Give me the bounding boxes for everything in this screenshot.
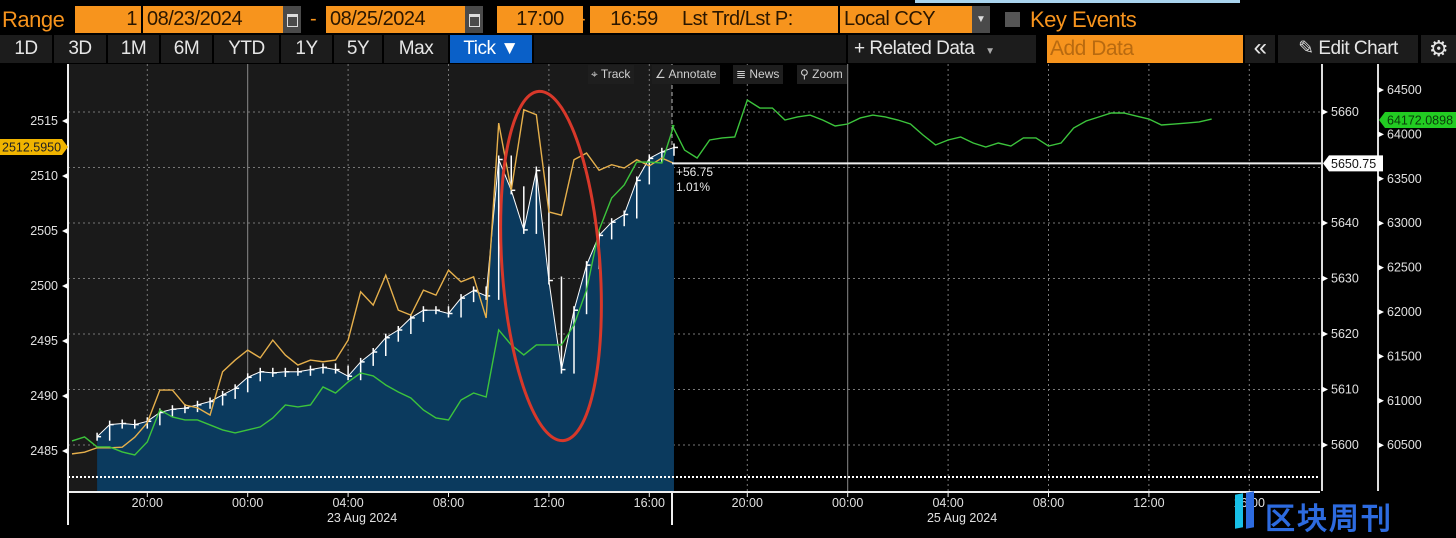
left-last-value-label: 2512.5950 xyxy=(2,141,61,155)
x-axis-date-label: 23 Aug 2024 xyxy=(327,511,397,525)
x-axis-tick-label: 00:00 xyxy=(832,496,863,510)
left-axis-tick xyxy=(62,173,68,179)
right-axis-tick xyxy=(1378,397,1384,404)
right-axis-tick-label: 63000 xyxy=(1387,216,1422,230)
right-last-value-label: 64172.0898 xyxy=(1387,114,1453,128)
left-axis-tick xyxy=(62,228,68,234)
left-axis-tick xyxy=(62,448,68,454)
right-axis-tick-label: 64500 xyxy=(1387,83,1422,97)
pencil-icon: ∠ xyxy=(655,67,669,81)
right-axis-tick xyxy=(1378,87,1384,93)
right-axis-tick-label: 62500 xyxy=(1387,261,1422,275)
middle-axis-tick xyxy=(1322,220,1328,226)
left-axis-tick-label: 2510 xyxy=(30,169,58,183)
series-line-green xyxy=(671,98,1212,159)
middle-axis-tick-label: 5660 xyxy=(1331,105,1359,119)
zoom-label: Zoom xyxy=(812,67,843,81)
middle-axis-tick xyxy=(1322,275,1328,282)
crosshair-icon: ⌖ xyxy=(591,67,601,81)
x-axis-tick-label: 04:00 xyxy=(332,496,363,510)
x-axis-tick-label: 20:00 xyxy=(732,496,763,510)
right-axis-tick xyxy=(1378,309,1384,315)
right-axis-tick-label: 61000 xyxy=(1387,394,1422,408)
x-axis-tick-label: 04:00 xyxy=(932,496,963,510)
x-axis-tick-label: 12:00 xyxy=(533,496,564,510)
left-axis-tick-label: 2490 xyxy=(30,389,58,403)
x-axis-tick-label: 00:00 xyxy=(232,496,263,510)
news-tool[interactable]: ≣ News xyxy=(733,65,784,84)
right-axis-tick-label: 61500 xyxy=(1387,349,1422,363)
x-axis-tick-label: 16:00 xyxy=(634,496,665,510)
left-axis-tick xyxy=(62,338,68,344)
annotate-label: Annotate xyxy=(668,67,717,81)
left-axis-tick-label: 2495 xyxy=(30,334,58,348)
track-label: Track xyxy=(600,67,631,81)
right-axis-tick xyxy=(1378,131,1384,138)
change-pct-label: 1.01% xyxy=(676,180,710,194)
right-axis-tick xyxy=(1378,264,1384,271)
middle-axis-tick-label: 5610 xyxy=(1331,383,1359,397)
right-axis-tick xyxy=(1378,220,1384,227)
middle-axis-tick-label: 5640 xyxy=(1331,216,1359,230)
watermark-mark-icon xyxy=(1235,493,1243,529)
left-axis-tick-label: 2505 xyxy=(30,224,58,238)
left-axis-tick xyxy=(62,283,68,289)
right-axis-tick-label: 63500 xyxy=(1387,172,1422,186)
left-axis-tick-label: 2515 xyxy=(30,114,58,128)
x-axis-tick-label: 08:00 xyxy=(1033,496,1064,510)
middle-axis-tick xyxy=(1322,331,1328,337)
middle-axis-tick-label: 5630 xyxy=(1331,272,1359,286)
left-axis-tick-label: 2485 xyxy=(30,444,58,458)
right-axis-tick-label: 60500 xyxy=(1387,438,1422,452)
middle-axis-tick xyxy=(1322,386,1328,393)
news-icon: ≣ xyxy=(736,67,750,81)
x-axis-tick-label: 12:00 xyxy=(1133,496,1164,510)
middle-last-value-label: 5650.75 xyxy=(1331,157,1376,171)
magnifier-icon: ⚲ xyxy=(800,67,813,81)
right-axis-tick-label: 62000 xyxy=(1387,305,1422,319)
price-chart[interactable]: 2485 2490 2495 2500 2505 2510 2515 5600 5610 5620… xyxy=(0,0,1456,536)
x-axis-tick-label: 08:00 xyxy=(433,496,464,510)
track-tool[interactable]: ⌖ Track xyxy=(588,65,635,84)
left-axis-tick xyxy=(62,118,68,124)
annotate-tool[interactable]: ∠ Annotate xyxy=(652,65,721,84)
news-label: News xyxy=(749,67,780,81)
change-abs-label: +56.75 xyxy=(676,165,713,179)
middle-axis-tick xyxy=(1322,109,1328,115)
left-axis-tick-label: 2500 xyxy=(30,279,58,293)
left-axis-tick xyxy=(62,393,68,399)
x-axis-tick-label: 20:00 xyxy=(132,496,163,510)
right-axis-tick xyxy=(1378,442,1384,449)
middle-axis-tick-label: 5600 xyxy=(1331,438,1359,452)
right-axis-tick-label: 64000 xyxy=(1387,127,1422,141)
right-axis-tick xyxy=(1378,175,1384,182)
x-axis-date-label: 25 Aug 2024 xyxy=(927,511,997,525)
watermark-text: 区块周刊 xyxy=(1265,502,1393,537)
middle-axis-tick xyxy=(1322,442,1328,448)
watermark-mark-icon xyxy=(1246,491,1254,529)
right-axis-tick xyxy=(1378,353,1384,360)
middle-axis-tick-label: 5620 xyxy=(1331,327,1359,341)
zoom-tool[interactable]: ⚲ Zoom xyxy=(797,65,847,84)
